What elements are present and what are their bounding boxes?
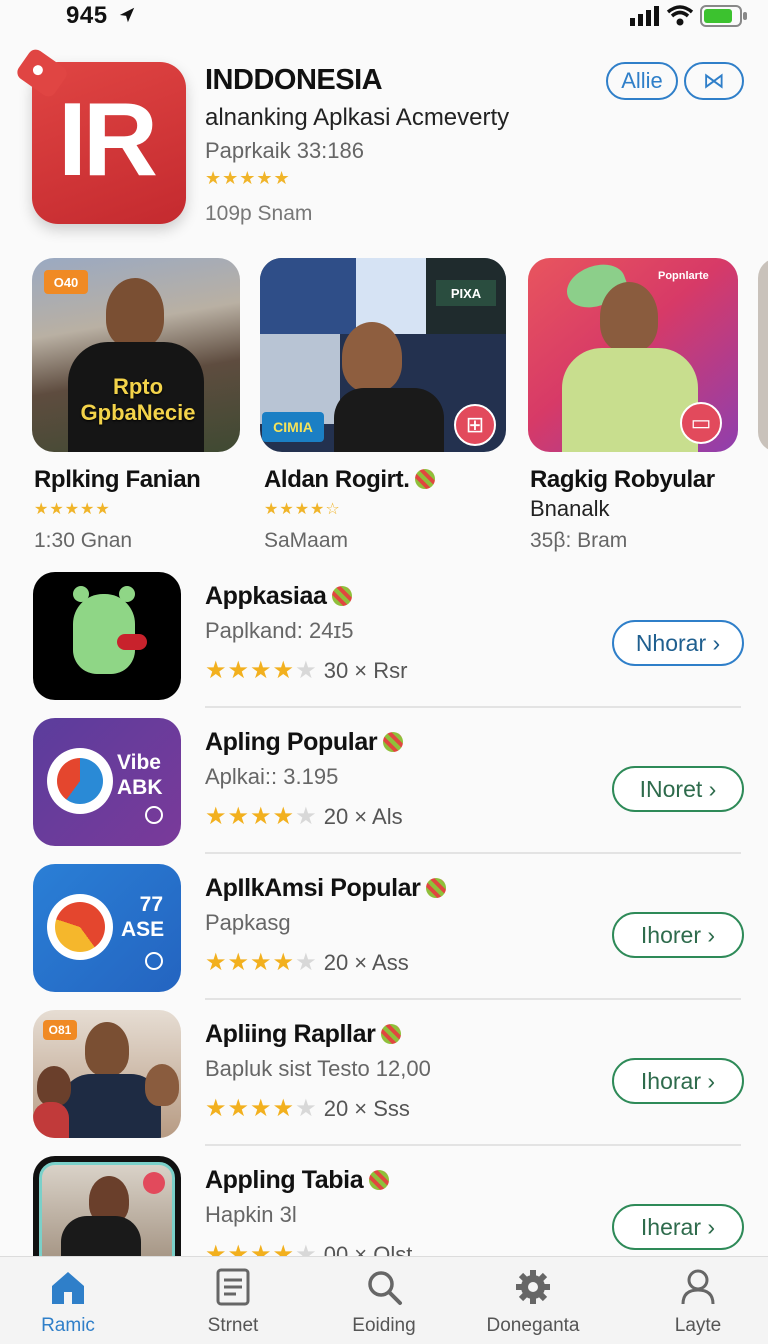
divider — [205, 998, 741, 1000]
featured-card-1-title[interactable]: Rplking Fanian — [34, 466, 201, 494]
wifi-icon — [666, 5, 694, 26]
hero-app-icon[interactable]: IR — [14, 46, 186, 224]
app-name: ApIlkAmsi Popular — [205, 874, 447, 903]
list-item[interactable]: O81 Apliing Rapllar Bapluk sist Testo 12… — [0, 1010, 768, 1158]
status-bar: 945 — [0, 0, 768, 40]
app-subtitle: Aplkai:: 3.195 — [205, 764, 339, 789]
verified-badge-icon — [426, 878, 447, 898]
verified-badge-icon — [332, 586, 353, 606]
featured-card-2-overlay-text: CIMIA — [262, 412, 324, 442]
app-name: Appkasiaa — [205, 582, 353, 611]
app-rating: ★★★★★ 20 × Sss — [205, 1095, 410, 1122]
status-time: 945 — [66, 2, 108, 29]
featured-card-3-tag: Popnlarte — [658, 270, 709, 282]
plus-square-icon: ⊞ — [454, 404, 496, 446]
app-icon: 77 ASE — [33, 864, 181, 992]
verified-badge-icon — [369, 1170, 390, 1190]
featured-card-2-meta: SaMaam — [264, 529, 349, 552]
hero-size: 109p Snam — [205, 202, 313, 225]
list-item[interactable]: 77 ASE ApIlkAmsi Popular Papkasg ★★★★★ 2… — [0, 864, 768, 1012]
tab-label: Eoiding — [352, 1315, 416, 1336]
cellular-signal-icon — [630, 6, 659, 26]
app-action-button[interactable]: Ihorar › — [612, 1058, 744, 1104]
tab-strnet[interactable]: Strnet — [163, 1265, 303, 1337]
star-rating-icon: ★★★★★ — [205, 803, 318, 830]
featured-card-1-stars: ★★★★★ — [34, 501, 111, 518]
app-subtitle: Bapluk sist Testo 12,00 — [205, 1056, 431, 1081]
app-rating: ★★★★★ 20 × Als — [205, 803, 403, 830]
featured-card-2-stars: ★★★★☆ — [264, 501, 341, 518]
hero-subtitle: alnanking Aplkasi Acmeverty — [205, 104, 510, 131]
app-action-button[interactable]: Iherar › — [612, 1204, 744, 1250]
hero-pill-button[interactable]: Allie — [606, 62, 678, 100]
divider — [205, 852, 741, 854]
tab-doneganta[interactable]: Doneganta — [463, 1265, 603, 1337]
battery-icon — [700, 5, 747, 27]
home-icon — [52, 1272, 84, 1304]
star-rating-icon: ★★★★★ — [205, 949, 318, 976]
hero-app-icon-letters: IR — [58, 82, 158, 198]
star-rating-icon: ★★★★★ — [205, 657, 318, 684]
verified-badge-icon — [415, 469, 436, 489]
featured-card-1-tag: O40 — [44, 270, 88, 294]
featured-card-4-peek[interactable] — [758, 258, 768, 452]
location-arrow-icon — [119, 7, 135, 23]
app-subtitle: Paplkand: 24ɪ5 — [205, 618, 354, 643]
verified-badge-icon — [381, 1024, 402, 1044]
tab-bar: Ramic Strnet Eoiding Doneganta Layte — [0, 1256, 768, 1344]
search-icon — [368, 1271, 402, 1305]
tab-label: Strnet — [207, 1315, 259, 1336]
featured-card-2-image[interactable]: PIXA CIMIA ⊞ — [260, 258, 506, 452]
app-rating: ★★★★★ 30 × Rsr — [205, 657, 408, 684]
tab-layte[interactable]: Layte — [628, 1265, 768, 1337]
app-rating: ★★★★★ 20 × Ass — [205, 949, 409, 976]
video-badge-icon: ▭ — [680, 402, 722, 444]
hero-bowtie-button[interactable]: ⋈ — [684, 62, 744, 100]
featured-card-2-title[interactable]: Aldan Rogirt. — [264, 466, 436, 494]
app-action-button[interactable]: Nhorar › — [612, 620, 744, 666]
app-action-button[interactable]: Ihorer › — [612, 912, 744, 958]
tab-label: Ramic — [41, 1315, 95, 1336]
app-name: Apling Popular — [205, 728, 404, 757]
person-icon — [681, 1269, 715, 1305]
app-icon: Vibe ABK — [33, 718, 181, 846]
app-name: Apliing Rapllar — [205, 1020, 402, 1049]
app-subtitle: Hapkin 3l — [205, 1202, 297, 1227]
star-rating-icon: ★★★★★ — [205, 1095, 318, 1122]
hero-meta: Paprkaik 33:186 — [205, 138, 364, 163]
gear-icon — [516, 1270, 550, 1304]
list-item[interactable]: Appkasiaa Paplkand: 24ɪ5 ★★★★★ 30 × Rsr … — [0, 572, 768, 720]
divider — [205, 706, 741, 708]
app-icon: O81 — [33, 1010, 181, 1138]
divider — [205, 1144, 741, 1146]
app-action-button[interactable]: INoret › — [612, 766, 744, 812]
featured-card-1-image[interactable]: O40 Rpto GpbaNecie — [32, 258, 240, 452]
list-icon — [216, 1268, 250, 1306]
tab-ramic[interactable]: Ramic — [0, 1265, 138, 1337]
list-item[interactable]: Vibe ABK Apling Popular Aplkai:: 3.195 ★… — [0, 718, 768, 866]
tab-label: Layte — [674, 1315, 722, 1336]
featured-card-3-image[interactable]: Popnlarte ▭ — [528, 258, 738, 452]
verified-badge-icon — [383, 732, 404, 752]
featured-card-3-title[interactable]: Ragkig Robyular — [530, 466, 715, 494]
tab-label: Doneganta — [486, 1315, 580, 1336]
featured-card-1-meta: 1:30 Gnan — [34, 529, 133, 552]
featured-card-1-overlay-text: Rpto GpbaNecie — [80, 374, 196, 425]
hero-title: INDDONESIA — [205, 64, 383, 96]
hero-rating-stars: ★★★★★ — [205, 168, 291, 188]
app-subtitle: Papkasg — [205, 910, 291, 935]
app-icon — [33, 572, 181, 700]
app-name: Appling Tabia — [205, 1166, 390, 1195]
featured-card-3-meta: 35β: Bram — [530, 529, 628, 552]
tab-eoiding[interactable]: Eoiding — [314, 1265, 454, 1337]
featured-card-3-subtitle: Bnanalk — [530, 496, 610, 521]
